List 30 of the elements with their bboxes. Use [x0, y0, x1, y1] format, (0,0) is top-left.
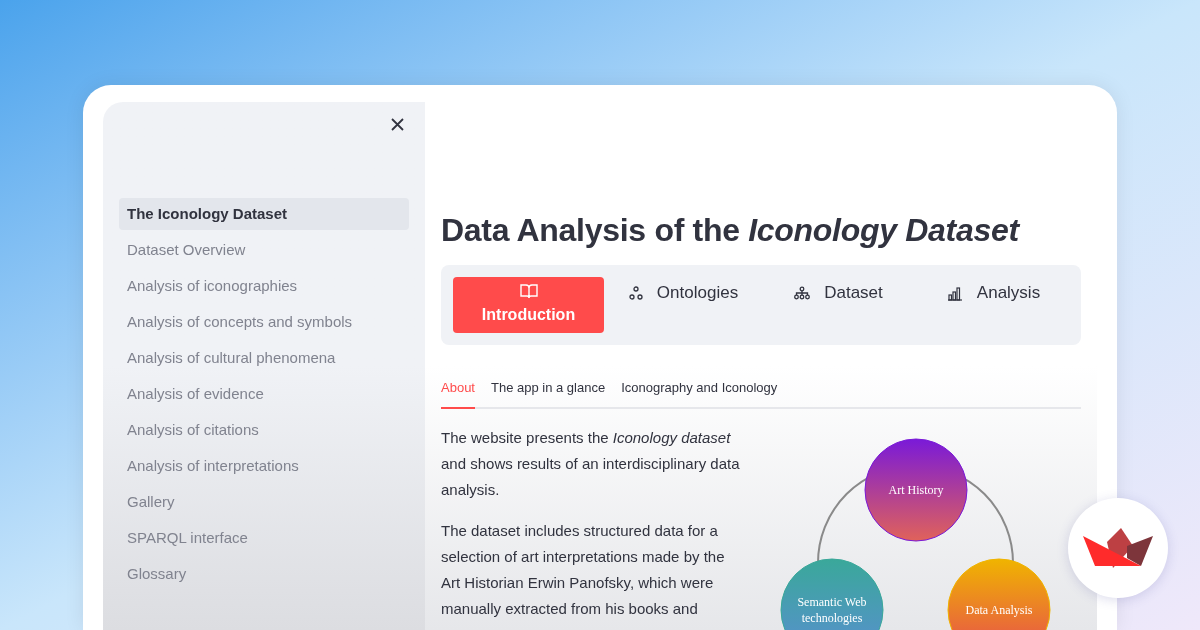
close-icon [390, 117, 404, 131]
sidebar-item[interactable]: Analysis of concepts and symbols [119, 306, 409, 338]
page-title: Data Analysis of the Iconology Dataset [441, 211, 1022, 250]
sidebar-item[interactable]: Dataset Overview [119, 234, 409, 266]
tab[interactable]: Analysis [918, 277, 1069, 333]
sidebar-item[interactable]: Analysis of citations [119, 414, 409, 446]
sidebar-item[interactable]: Analysis of cultural phenomena [119, 342, 409, 374]
sidebar-item[interactable]: The Iconology Dataset [119, 198, 409, 230]
diagram-node: Data Analysis [947, 558, 1051, 630]
sidebar-item[interactable]: Analysis of iconographies [119, 270, 409, 302]
sitemap-icon [794, 286, 811, 300]
diagram-node: Art History [864, 438, 968, 542]
bar-chart-icon [946, 285, 963, 301]
sidebar-item[interactable]: Analysis of evidence [119, 378, 409, 410]
tab[interactable]: Ontologies [608, 277, 759, 333]
paper-boat-icon [1083, 528, 1153, 568]
diagram-node: Semantic Web technologies [780, 558, 884, 630]
hierarchy-icon [628, 286, 643, 300]
subtab[interactable]: The app in a glance [491, 369, 606, 409]
tab[interactable]: Dataset [763, 277, 914, 333]
sidebar-item[interactable]: Analysis of interpretations [119, 450, 409, 482]
sidebar-item[interactable]: SPARQL interface [119, 522, 409, 554]
subtab[interactable]: Iconography and Iconology [621, 369, 778, 409]
paragraph: The website presents the Iconology dataset and shows results of an interdisciplinary data analysis. [441, 428, 741, 500]
book-icon [519, 283, 538, 299]
sidebar-item[interactable]: Gallery [119, 486, 409, 518]
subtab[interactable]: About [441, 369, 475, 409]
tab[interactable]: Introduction [453, 277, 604, 333]
paragraph: The dataset includes structured data for a selection of art interpretations made by the Art Historian Erwin Panofsky, which were manually extracted from his books and [441, 521, 726, 619]
sidebar-item[interactable]: Glossary [119, 558, 409, 590]
